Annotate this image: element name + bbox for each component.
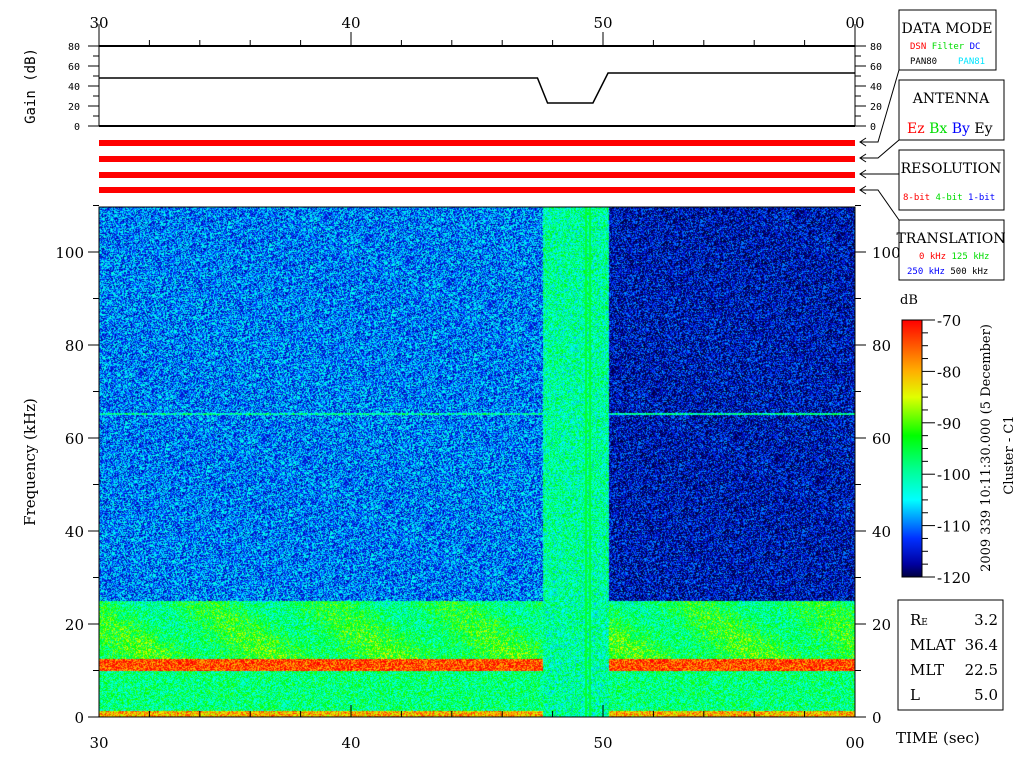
orbit-label: L [910, 686, 920, 704]
gain-tick-label: 40 [870, 82, 882, 93]
y-axis-label: Frequency (kHz) [21, 398, 39, 526]
y-tick-label-right: 0 [872, 709, 882, 727]
status-bar [99, 187, 855, 193]
gain-tick-label: 80 [870, 42, 882, 53]
colorbar-tick-label: -80 [937, 363, 961, 381]
orbit-value: 36.4 [965, 636, 998, 654]
y-tick-label-left: 40 [65, 523, 84, 541]
svg-text:DATA MODE: DATA MODE [902, 21, 993, 37]
colorbar-tick-label: -110 [937, 518, 971, 536]
gain-tick-label: 0 [74, 122, 80, 133]
gain-line [99, 72, 855, 104]
gain-panel: Gain (dB) [23, 45, 855, 127]
x-tick-label-bottom: 50 [593, 734, 612, 752]
orbit-value: 5.0 [974, 686, 998, 704]
orbit-label: MLAT [910, 636, 955, 654]
svg-text:PAN81: PAN81 [958, 57, 985, 67]
status-bar [99, 172, 855, 178]
x-tick-label-bottom: 00 [845, 734, 864, 752]
gain-axis-label: Gain (dB) [23, 48, 39, 124]
colorbar-tick-label: -70 [937, 312, 961, 330]
x-tick-label-top: 50 [593, 14, 612, 32]
orbit-info-box: RE 3.2MLAT 36.4MLT 22.5L 5.0 [897, 599, 1004, 711]
status-bars [99, 140, 855, 193]
y-tick-label-left: 60 [65, 430, 84, 448]
status-bar [99, 140, 855, 146]
gain-tick-label: 80 [68, 42, 80, 53]
svg-text:TRANSLATION: TRANSLATION [896, 231, 1005, 247]
date-label: 2009 339 10:11:30.000 (5 December) [979, 324, 994, 572]
gain-tick-label: 40 [68, 82, 80, 93]
translation-box: TRANSLATION 0 kHz 125 kHz 250 kHz 500 kH… [896, 219, 1006, 281]
x-tick-label-top: 00 [845, 14, 864, 32]
y-tick-label-right: 80 [872, 337, 891, 355]
svg-text:250 kHz 500 kHz: 250 kHz 500 kHz [907, 267, 988, 277]
orbit-label: MLT [910, 661, 944, 679]
spectrogram-frame [98, 206, 856, 718]
svg-text:DSN Filter DC: DSN Filter DC [910, 42, 980, 52]
status-bar [99, 156, 855, 162]
svg-text:PAN80: PAN80 [910, 57, 937, 67]
svg-text:RESOLUTION: RESOLUTION [901, 161, 1002, 177]
colorbar-tick-label: -120 [937, 569, 971, 587]
gain-tick-label: 60 [68, 62, 80, 73]
svg-text:ANTENNA: ANTENNA [912, 91, 990, 107]
x-tick-label-bottom: 30 [89, 734, 108, 752]
y-tick-label-left: 0 [74, 709, 84, 727]
x-tick-label-top: 30 [89, 14, 108, 32]
orbit-value: 22.5 [965, 661, 998, 679]
y-tick-label-right: 20 [872, 616, 891, 634]
x-axis-label: TIME (sec) [896, 729, 980, 747]
gain-tick-label: 60 [870, 62, 882, 73]
x-tick-label-bottom: 40 [341, 734, 360, 752]
gain-tick-label: 0 [870, 122, 876, 133]
colorbar-tick-label: -90 [937, 415, 961, 433]
colorbar-label: dB [900, 293, 918, 308]
spacecraft-title: Cluster - C1 [1002, 415, 1017, 494]
gain-tick-label: 20 [870, 102, 882, 113]
colorbar-tick-label: -100 [937, 466, 971, 484]
gain-tick-label: 20 [68, 102, 80, 113]
svg-text:0 kHz 125 kHz: 0 kHz 125 kHz [919, 252, 989, 262]
x-tick-label-top: 40 [341, 14, 360, 32]
plot-frame: Gain (dB) 0 020 2040 4060 6080 80 30304040505… [21, 9, 1017, 752]
svg-text:Ez Bx By Ey: Ez Bx By Ey [907, 121, 993, 137]
colorbar [901, 319, 923, 578]
y-tick-label-left: 80 [65, 337, 84, 355]
svg-text:8-bit 4-bit 1-bit: 8-bit 4-bit 1-bit [903, 193, 995, 203]
data-mode-box: DATA MODE DSN Filter DC PAN80 PAN81 [898, 9, 997, 71]
y-tick-label-left: 20 [65, 616, 84, 634]
resolution-box: RESOLUTION 8-bit 4-bit 1-bit [898, 149, 1005, 211]
y-tick-label-right: 60 [872, 430, 891, 448]
y-tick-label-left: 100 [55, 244, 84, 262]
y-tick-label-right: 40 [872, 523, 891, 541]
orbit-value: 3.2 [974, 611, 998, 629]
antenna-box: ANTENNA Ez Bx By Ey [898, 79, 1005, 141]
